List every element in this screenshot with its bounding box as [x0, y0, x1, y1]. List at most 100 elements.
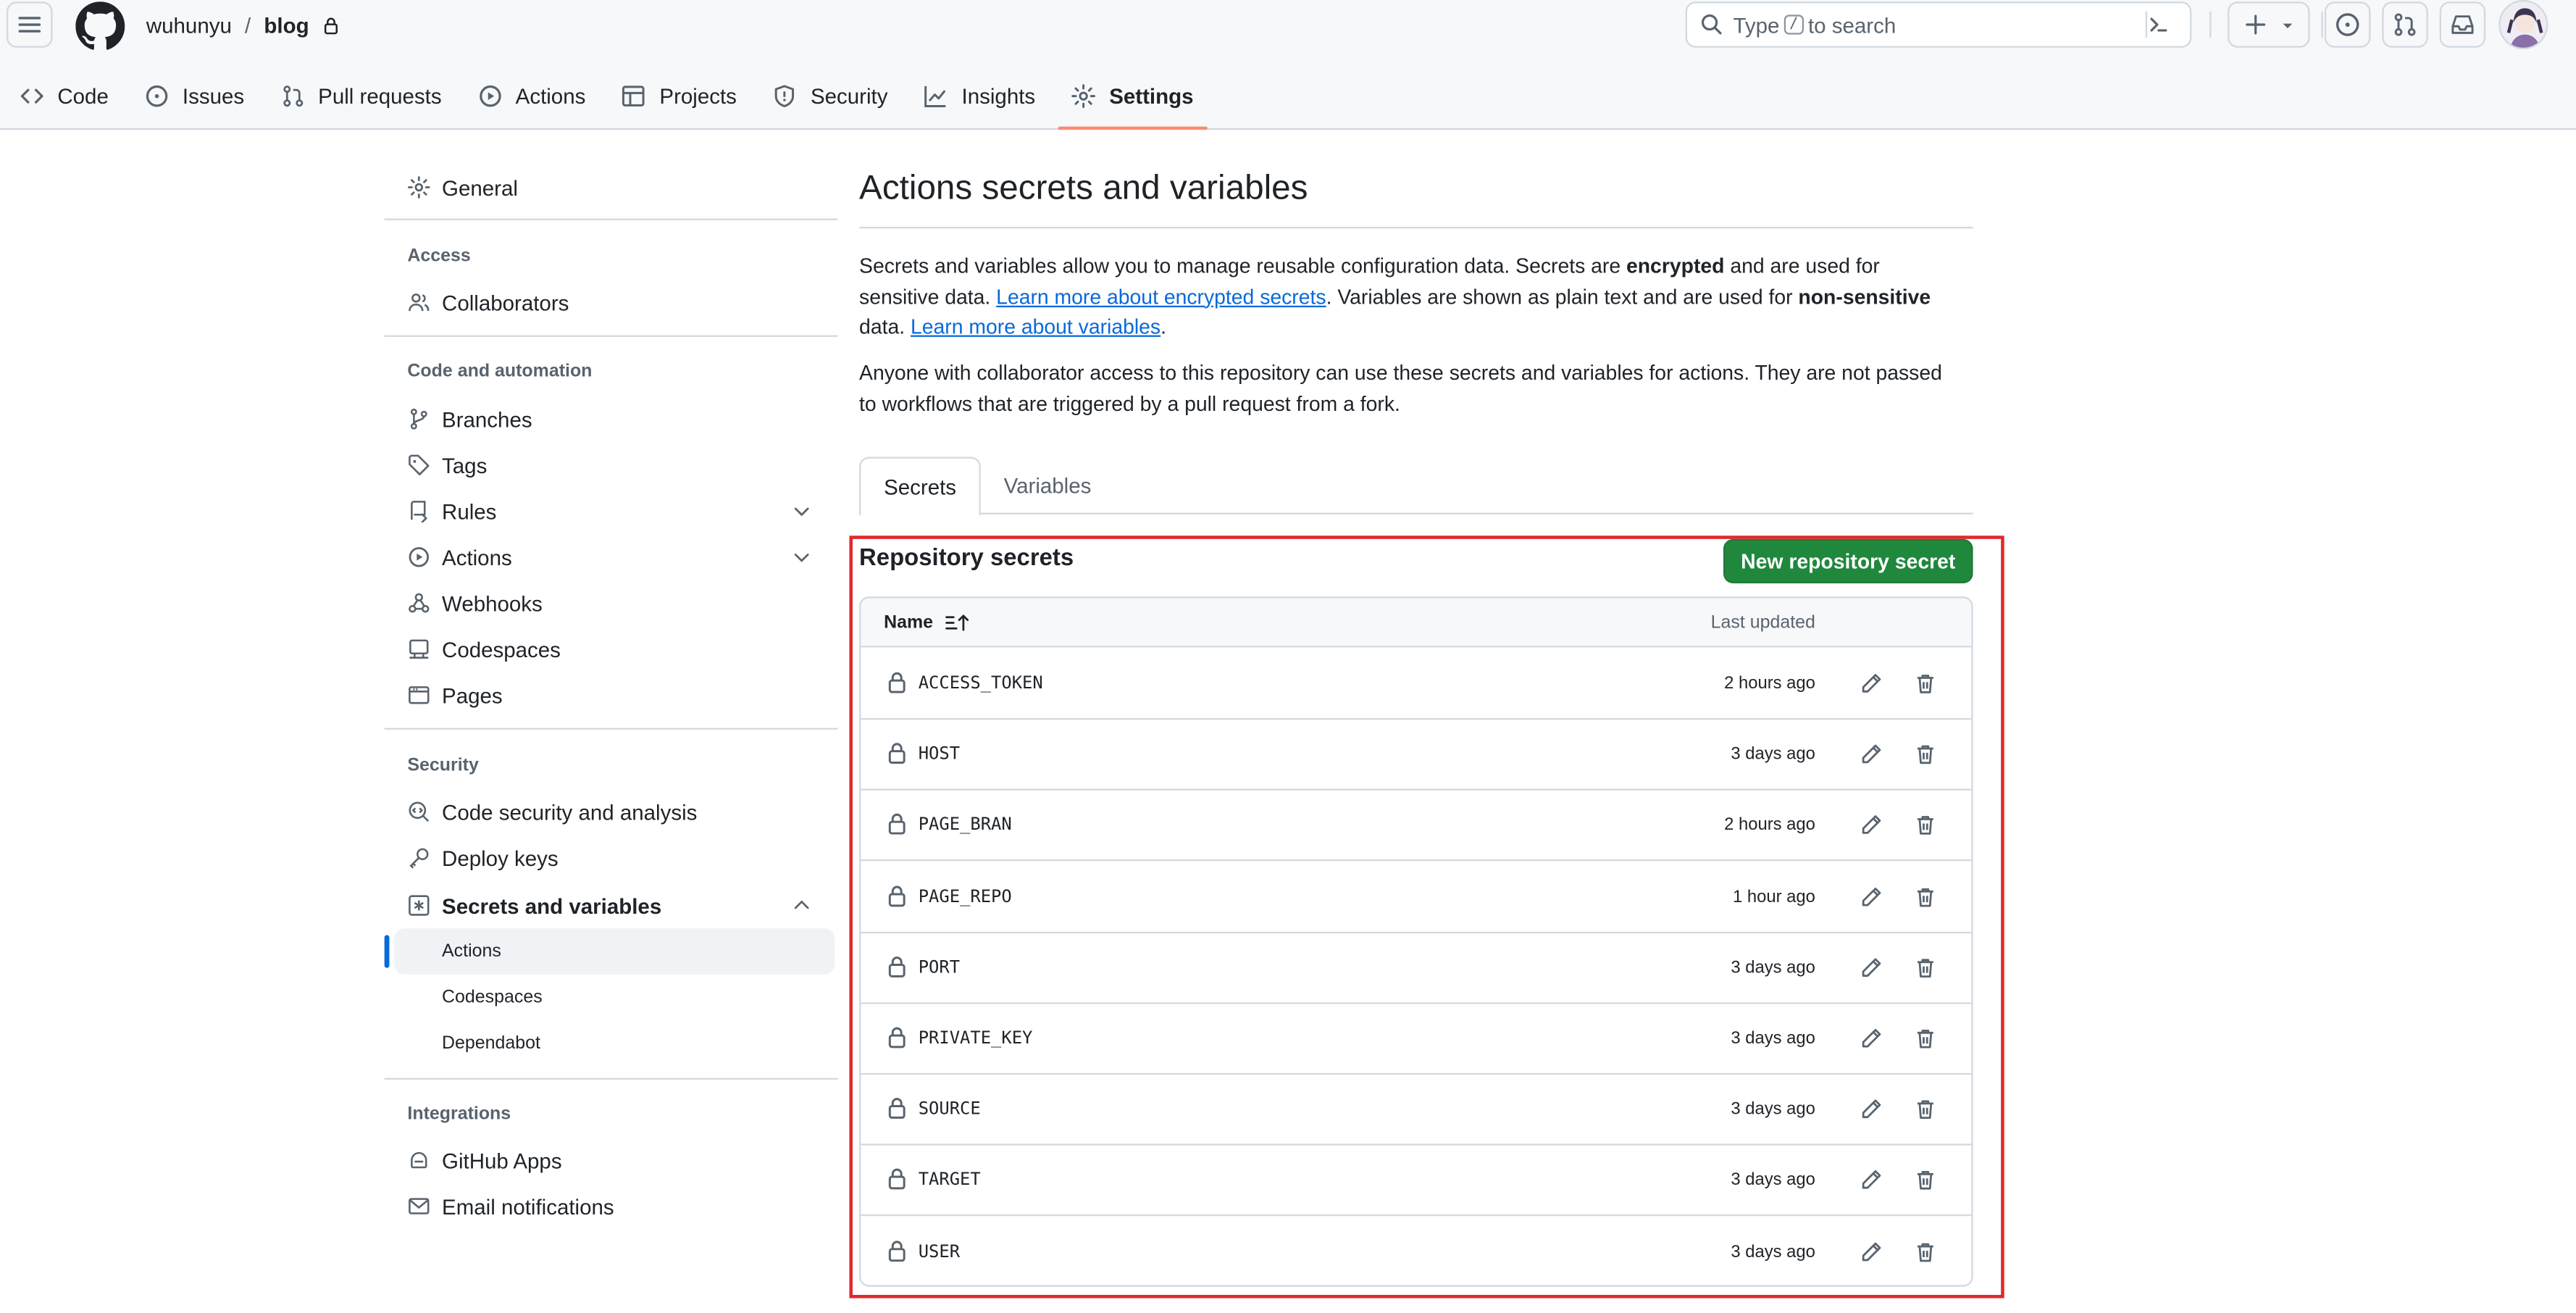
intro-text-part: . — [1161, 315, 1167, 339]
tag-icon — [409, 454, 430, 475]
menu-button[interactable] — [7, 1, 53, 48]
sidebar-heading-security: Security — [407, 756, 479, 776]
gear-icon — [408, 176, 430, 199]
tab-label: Pull requests — [318, 83, 442, 108]
tab-insights[interactable]: Insights — [911, 66, 1048, 125]
intro-bold-encrypted: encrypted — [1626, 254, 1725, 278]
sidebar-item-github-apps[interactable]: GitHub Apps — [385, 1137, 838, 1183]
breadcrumb: wuhunyu / blog — [146, 12, 340, 38]
breadcrumb-owner[interactable]: wuhunyu — [146, 12, 232, 37]
intro-text: Secrets and variables allow you to manag… — [859, 251, 1960, 343]
git-branch-icon — [410, 408, 427, 430]
tab-issues[interactable]: Issues — [132, 66, 258, 125]
chevron-up-icon — [794, 900, 809, 909]
sidebar-item-actions[interactable]: Actions — [385, 534, 838, 580]
triangle-down-icon — [2282, 22, 2292, 28]
learn-encrypted-secrets-link[interactable]: Learn more about encrypted secrets — [996, 285, 1326, 308]
sidebar-item-webhooks[interactable]: Webhooks — [385, 580, 838, 626]
sidebar-subitem-dependabot[interactable]: Dependabot — [385, 1020, 838, 1066]
sidebar-heading-code-automation: Code and automation — [407, 361, 593, 382]
sidebar-item-label: Pages — [442, 683, 503, 708]
header-divider — [2321, 11, 2323, 38]
sidebar-item-label: Codespaces — [442, 987, 543, 1008]
sidebar-item-label: GitHub Apps — [442, 1148, 562, 1173]
tab-variables[interactable]: Variables — [981, 457, 1114, 514]
tab-label: Settings — [1109, 83, 1194, 108]
tab-label: Projects — [659, 83, 737, 108]
inbox-icon — [2451, 15, 2474, 34]
sidebar-item-email-notifications[interactable]: Email notifications — [385, 1183, 838, 1229]
sidebar-item-label: Rules — [442, 499, 497, 524]
access-note: Anyone with collaborator access to this … — [859, 361, 1942, 415]
tab-actions[interactable]: Actions — [464, 66, 598, 125]
sidebar-item-collaborators[interactable]: Collaborators — [385, 280, 838, 325]
search-input[interactable]: Type / to search — [1685, 1, 2192, 48]
sidebar-item-general[interactable]: General — [385, 164, 838, 210]
graph-icon — [925, 85, 947, 107]
sidebar-item-label: Actions — [442, 941, 501, 962]
tab-label: Code — [57, 83, 109, 108]
sidebar-subitem-codespaces[interactable]: Codespaces — [385, 975, 838, 1020]
tab-settings[interactable]: Settings — [1058, 66, 1208, 130]
divider — [384, 728, 838, 730]
sidebar-subitem-actions[interactable]: Actions — [384, 928, 835, 975]
pull-request-icon — [283, 84, 303, 107]
tab-pull-requests[interactable]: Pull requests — [267, 66, 455, 125]
search-icon — [1701, 14, 1722, 35]
sidebar-heading-access: Access — [407, 246, 471, 267]
shield-icon — [775, 84, 795, 107]
sidebar-item-codespaces[interactable]: Codespaces — [385, 626, 838, 672]
sidebar-item-code-security[interactable]: Code security and analysis — [385, 789, 838, 835]
command-palette-icon[interactable] — [2147, 13, 2170, 36]
learn-variables-link[interactable]: Learn more about variables — [911, 315, 1161, 338]
repo-push-icon — [411, 501, 428, 523]
tab-label: Issues — [182, 83, 245, 108]
search-shortcut-key: / — [1784, 14, 1804, 35]
sidebar-heading-integrations: Integrations — [407, 1104, 511, 1125]
github-logo-icon[interactable] — [75, 1, 125, 51]
page-title: Actions secrets and variables — [859, 169, 1308, 207]
sidebar-item-secrets-and-variables[interactable]: Secrets and variables — [385, 883, 838, 928]
breadcrumb-repo[interactable]: blog — [264, 12, 309, 37]
sidebar-item-label: Email notifications — [442, 1193, 614, 1219]
sidebar-item-label: Codespaces — [442, 636, 561, 662]
sidebar-item-deploy-keys[interactable]: Deploy keys — [385, 835, 838, 880]
sidebar-item-label: General — [442, 175, 518, 200]
tab-label: Actions — [515, 83, 586, 108]
sidebar-item-label: Tags — [442, 452, 488, 478]
intro-text-part: . Variables are shown as plain text and … — [1326, 285, 1799, 309]
sidebar-item-label: Code security and analysis — [442, 799, 698, 825]
create-new-button[interactable] — [2228, 1, 2310, 48]
tab-security[interactable]: Security — [760, 66, 901, 125]
sidebar-item-label: Dependabot — [442, 1033, 540, 1054]
codescan-icon — [409, 801, 430, 822]
pull-requests-button[interactable] — [2382, 1, 2428, 48]
avatar[interactable] — [2498, 0, 2548, 50]
user-avatar-icon — [2500, 1, 2547, 48]
people-icon — [409, 293, 430, 312]
sidebar-item-branches[interactable]: Branches — [385, 396, 838, 442]
codespaces-icon — [409, 639, 429, 659]
inbox-button[interactable] — [2439, 1, 2486, 48]
tab-secrets[interactable]: Secrets — [859, 457, 982, 517]
tab-code[interactable]: Code — [0, 66, 122, 125]
sidebar-item-tags[interactable]: Tags — [385, 442, 838, 488]
tab-label: Security — [810, 83, 888, 108]
repo-tabs: Code Issues Pull requests Actions Projec… — [0, 66, 1216, 130]
issues-button[interactable] — [2324, 1, 2371, 48]
sidebar-item-rules[interactable]: Rules — [385, 488, 838, 534]
sidebar-item-pages[interactable]: Pages — [385, 672, 838, 718]
browser-icon — [409, 686, 430, 704]
mail-icon — [409, 1198, 430, 1214]
highlight-box — [849, 535, 2004, 1299]
issue-icon — [146, 84, 168, 107]
lock-icon — [325, 17, 338, 34]
breadcrumb-separator: / — [245, 12, 251, 38]
key-icon — [409, 848, 429, 869]
hamburger-icon — [18, 17, 41, 33]
play-icon — [479, 84, 501, 107]
tab-projects[interactable]: Projects — [609, 66, 750, 125]
sidebar-item-label: Webhooks — [442, 591, 543, 616]
search-placeholder-start: Type — [1733, 12, 1780, 38]
code-icon — [20, 88, 43, 103]
